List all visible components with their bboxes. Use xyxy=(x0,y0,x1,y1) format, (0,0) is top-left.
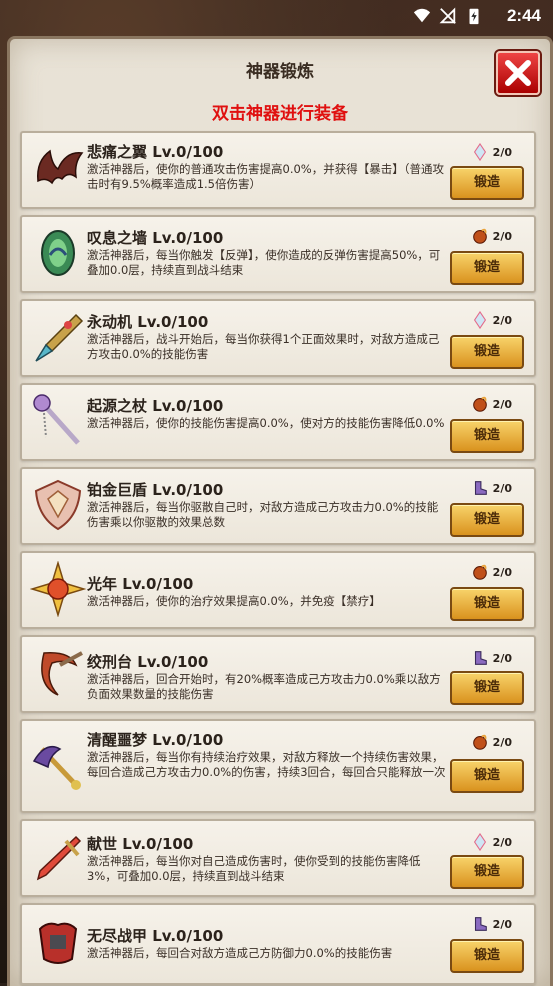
artifact-card[interactable]: 起源之杖 Lv.0/100 激活神器后，使你的技能伤害提高0.0%，使对方的技能… xyxy=(20,383,536,461)
forge-button[interactable]: 锻造 xyxy=(450,166,524,200)
cost-value: 2/0 xyxy=(492,229,512,243)
forge-button[interactable]: 锻造 xyxy=(450,939,524,973)
artifact-desc: 激活神器后，使你的治疗效果提高0.0%，并免疫【禁疗】 xyxy=(87,594,381,608)
artifact-cost: 2/0 xyxy=(471,479,512,497)
artifact-card[interactable]: 献世 Lv.0/100 激活神器后，每当你对自己造成伤害时，使你受到的技能伤害降… xyxy=(20,819,536,897)
artifact-name: 献世 Lv.0/100 xyxy=(87,835,194,853)
artifact-desc: 激活神器后，每当你对自己造成伤害时，使你受到的技能伤害降低3%，可叠加0.0层，… xyxy=(87,854,421,883)
artifact-card[interactable]: 无尽战甲 Lv.0/100 激活神器后，每回合对敌方造成己方防御力0.0%的技能… xyxy=(20,903,536,985)
artifact-name: 叹息之墙 Lv.0/100 xyxy=(87,229,224,247)
artifact-name: 清醒噩梦 Lv.0/100 xyxy=(87,731,224,749)
artifact-desc: 激活神器后，回合开始时，有20%概率造成己方攻击力0.0%乘以敌方负面效果数量的… xyxy=(87,672,441,701)
artifact-card[interactable]: 铂金巨盾 Lv.0/100 激活神器后，每当你驱散自己时，对敌方造成己方攻击力0… xyxy=(20,467,536,545)
boot-icon xyxy=(474,651,487,665)
ember-icon xyxy=(472,564,487,580)
armor-icon xyxy=(30,915,86,971)
cost-value: 2/0 xyxy=(492,313,512,327)
ember-icon xyxy=(472,734,487,750)
status-time: 2:44 xyxy=(506,6,541,25)
dagger-icon xyxy=(30,829,86,885)
artifact-name: 永动机 Lv.0/100 xyxy=(87,313,209,331)
artifact-card[interactable]: 永动机 Lv.0/100 激活神器后，战斗开始后，每当你获得1个正面效果时，对敌… xyxy=(20,299,536,377)
forge-button[interactable]: 锻造 xyxy=(450,671,524,705)
boot-icon xyxy=(474,481,487,495)
no-signal-icon xyxy=(439,7,456,24)
cost-value: 2/0 xyxy=(492,397,512,411)
cost-value: 2/0 xyxy=(492,145,512,159)
artifact-desc: 激活神器后，每当你触发【反弹】，使你造成的反弹伤害提高50%，可叠加0.0层，持… xyxy=(87,248,441,277)
artifact-card[interactable]: 光年 Lv.0/100 激活神器后，使你的治疗效果提高0.0%，并免疫【禁疗】 … xyxy=(20,551,536,629)
artifact-cost: 2/0 xyxy=(471,227,512,245)
forge-button[interactable]: 锻造 xyxy=(450,419,524,453)
artifact-desc: 激活神器后，每当你有持续治疗效果，对敌方释放一个持续伤害效果，每回合造成己方攻击… xyxy=(87,750,446,779)
close-button[interactable] xyxy=(496,51,540,95)
artifact-desc: 激活神器后，使你的技能伤害提高0.0%，使对方的技能伤害降低0.0% xyxy=(87,416,445,430)
cost-value: 2/0 xyxy=(492,565,512,579)
artifact-cost: 2/0 xyxy=(471,649,512,667)
artifact-cost: 2/0 xyxy=(471,563,512,581)
artifact-cost: 2/0 xyxy=(471,915,512,933)
wifi-icon xyxy=(413,8,431,23)
ember-icon xyxy=(472,396,487,412)
artifact-cost: 2/0 xyxy=(471,733,512,751)
cost-value: 2/0 xyxy=(492,835,512,849)
artifact-name: 光年 Lv.0/100 xyxy=(87,575,194,593)
panel-title: 神器锻炼 xyxy=(246,62,314,82)
scythe-icon xyxy=(30,645,86,701)
artifact-forge-panel: 神器锻炼 双击神器进行装备 悲痛之翼 Lv.0/100 激活神器后，使你的普通攻… xyxy=(7,36,553,986)
artifact-desc: 激活神器后，战斗开始后，每当你获得1个正面效果时，对敌方造成己方攻击0.0%的技… xyxy=(87,332,440,361)
forge-button[interactable]: 锻造 xyxy=(450,855,524,889)
artifact-desc: 激活神器后，每当你驱散自己时，对敌方造成己方攻击力0.0%的技能伤害乘以你驱散的… xyxy=(87,500,439,529)
close-icon xyxy=(505,60,531,86)
cost-value: 2/0 xyxy=(492,917,512,931)
artifact-cost: 2/0 xyxy=(471,833,512,851)
artifact-cost: 2/0 xyxy=(471,143,512,161)
artifact-name: 铂金巨盾 Lv.0/100 xyxy=(87,481,224,499)
star-orb-icon xyxy=(29,560,87,618)
artifact-cost: 2/0 xyxy=(471,395,512,413)
cost-value: 2/0 xyxy=(492,735,512,749)
forge-button[interactable]: 锻造 xyxy=(450,251,524,285)
artifact-desc: 激活神器后，每回合对敌方造成己方防御力0.0%的技能伤害 xyxy=(87,946,393,960)
status-icons xyxy=(413,7,483,25)
forge-button[interactable]: 锻造 xyxy=(450,759,524,793)
dragon-staff-icon xyxy=(30,737,86,793)
ember-icon xyxy=(472,228,487,244)
artifact-name: 无尽战甲 Lv.0/100 xyxy=(87,927,224,945)
crystal-icon xyxy=(473,311,486,329)
forge-button[interactable]: 锻造 xyxy=(450,503,524,537)
artifact-card[interactable]: 清醒噩梦 Lv.0/100 激活神器后，每当你有持续治疗效果，对敌方释放一个持续… xyxy=(20,719,536,813)
battery-charging-icon xyxy=(469,8,479,25)
drill-icon xyxy=(30,309,86,365)
forge-button[interactable]: 锻造 xyxy=(450,587,524,621)
equip-hint: 双击神器进行装备 xyxy=(212,104,348,124)
artifact-desc: 激活神器后，使你的普通攻击伤害提高0.0%，并获得【暴击】（普通攻击时有9.5%… xyxy=(87,162,444,191)
artifact-name: 绞刑台 Lv.0/100 xyxy=(87,653,209,671)
platinum-shield-icon xyxy=(30,477,86,533)
boot-icon xyxy=(474,917,487,931)
artifact-card[interactable]: 悲痛之翼 Lv.0/100 激活神器后，使你的普通攻击伤害提高0.0%，并获得【… xyxy=(20,131,536,209)
forge-button[interactable]: 锻造 xyxy=(450,335,524,369)
staff-icon xyxy=(30,393,86,449)
artifact-name: 悲痛之翼 Lv.0/100 xyxy=(87,143,224,161)
status-bar: 2:44 xyxy=(0,0,553,32)
wing-icon xyxy=(30,141,86,197)
artifact-name: 起源之杖 Lv.0/100 xyxy=(87,397,224,415)
crystal-icon xyxy=(473,143,486,161)
artifact-card[interactable]: 叹息之墙 Lv.0/100 激活神器后，每当你触发【反弹】，使你造成的反弹伤害提… xyxy=(20,215,536,293)
cost-value: 2/0 xyxy=(492,651,512,665)
green-shield-icon xyxy=(30,225,86,281)
crystal-icon xyxy=(473,833,486,851)
cost-value: 2/0 xyxy=(492,481,512,495)
artifact-card[interactable]: 绞刑台 Lv.0/100 激活神器后，回合开始时，有20%概率造成己方攻击力0.… xyxy=(20,635,536,713)
artifact-cost: 2/0 xyxy=(471,311,512,329)
